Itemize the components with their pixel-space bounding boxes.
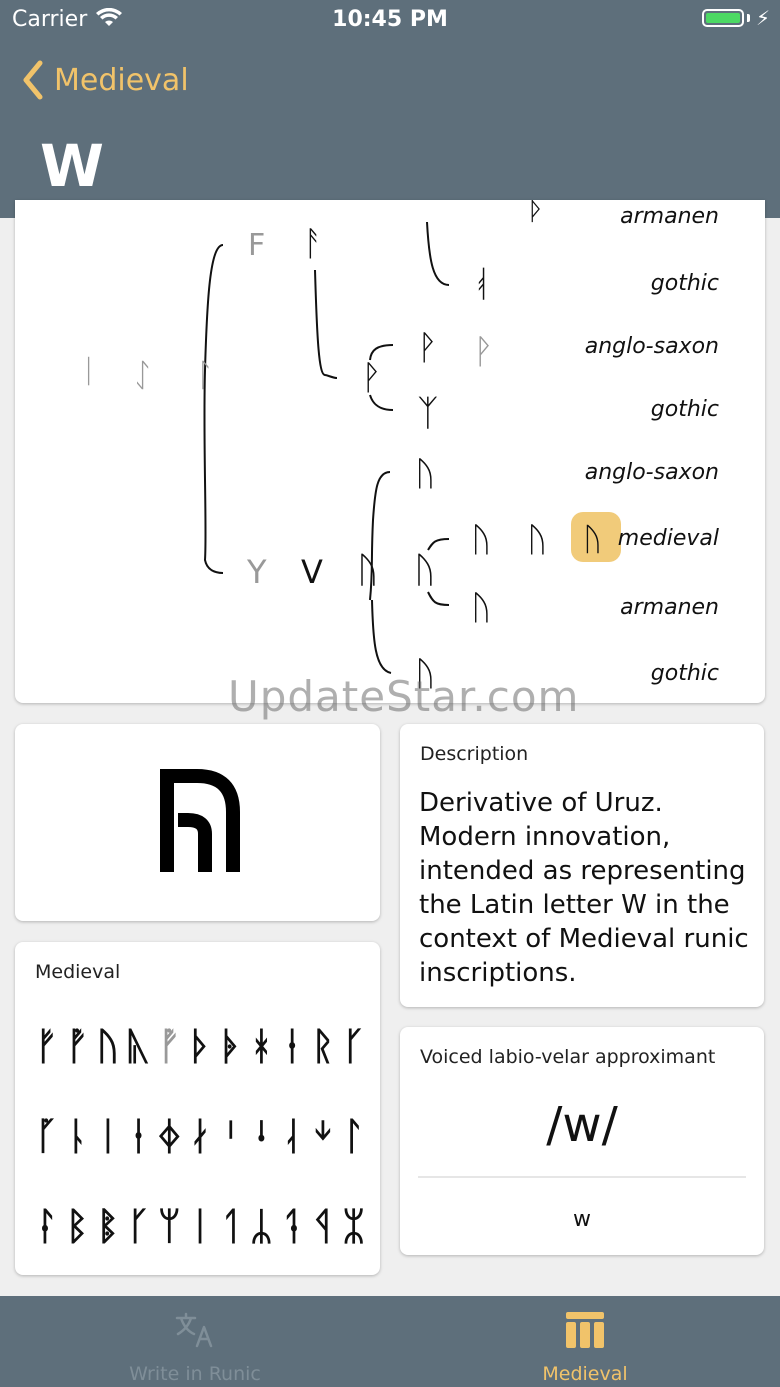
battery-icon: [702, 9, 744, 27]
tab-medieval[interactable]: Medieval: [390, 1296, 780, 1387]
back-label: Medieval: [54, 62, 189, 98]
alphabet-rune[interactable]: ᛅ: [189, 1114, 212, 1158]
tree-label: armanen: [620, 595, 719, 620]
alphabet-rune[interactable]: ᚦ: [189, 1024, 212, 1068]
ipa-value: /w/: [546, 1097, 618, 1153]
navigation-bar: Carrier 10:45 PM ⚡ Medieval W: [0, 0, 780, 218]
alphabet-rune[interactable]: ᚿ: [66, 1114, 89, 1158]
phonetics-card: Voiced labio-velar approximant /w/ w: [400, 1027, 764, 1255]
description-card: Description Derivative of Uruz. Modern i…: [400, 724, 764, 1007]
alphabet-rune[interactable]: ᚵ: [35, 1114, 58, 1158]
tree-label: anglo-saxon: [584, 334, 719, 359]
tree-node-letter: Y: [247, 553, 267, 591]
tree-node-rune: ᚦ: [527, 200, 545, 227]
alphabet-label: Medieval: [35, 961, 121, 983]
alphabet-rune[interactable]: ᚡ: [66, 1024, 89, 1068]
alphabet-rune[interactable]: ᛆ: [281, 1114, 304, 1158]
tree-node-rune: ᚢ: [415, 454, 436, 494]
tree-node-rune: ᚢ: [357, 550, 379, 591]
alphabet-rune[interactable]: ᚣ: [127, 1024, 150, 1068]
alphabet-rune[interactable]: ᛎ: [311, 1114, 334, 1158]
alphabet-rune[interactable]: ᛔ: [96, 1204, 119, 1248]
tree-node-rune: ᚢ: [414, 550, 436, 591]
tab-write-in-runic[interactable]: Write in Runic: [0, 1296, 390, 1387]
alphabet-rune[interactable]: ᚽ: [281, 1024, 304, 1068]
alphabet-rune[interactable]: ᚼ: [250, 1024, 273, 1068]
alphabet-rune[interactable]: ᚱ: [311, 1024, 334, 1068]
alphabet-rune[interactable]: ᛌ: [219, 1114, 242, 1158]
latin-value: w: [573, 1207, 591, 1232]
tab-label: Write in Runic: [129, 1363, 261, 1385]
alphabet-rune[interactable]: ᛐ: [219, 1204, 242, 1248]
table-columns-icon: [566, 1312, 604, 1348]
alphabet-grid: ᚠᚡᚢᚣᚡᚦᚧᚼᚽᚱᚴ ᚵᚿᛁᛂᛄᛅᛌᛍᛆᛎᛚ ᛛᛒᛔᚴᛘᛁᛐᛦᛑᛩᛯ: [35, 1024, 365, 1294]
tree-node-letter: F: [248, 228, 266, 263]
rune-glyph-card: [15, 724, 380, 921]
alphabet-row: ᚠᚡᚢᚣᚡᚦᚧᚼᚽᚱᚴ: [35, 1024, 365, 1114]
status-bar: Carrier 10:45 PM ⚡: [0, 0, 780, 40]
tree-label: gothic: [650, 271, 719, 296]
alphabet-rune[interactable]: ᛍ: [250, 1114, 273, 1158]
tree-label: gothic: [650, 397, 719, 422]
alphabet-rune[interactable]: ᛘ: [158, 1204, 181, 1248]
alphabet-rune[interactable]: ᛛ: [35, 1204, 58, 1248]
alphabet-rune[interactable]: ᚠ: [35, 1024, 58, 1068]
alphabet-rune[interactable]: ᚡ: [158, 1024, 181, 1068]
tab-bar: Write in Runic Medieval: [0, 1296, 780, 1387]
alphabet-rune[interactable]: ᛚ: [342, 1114, 365, 1158]
rune-genealogy-tree: ᛁ ᛇ ᛚ F ᚨ Y V ᚢ ᚢ ᚦ armanen ᚮ gothic ᚹ ᚹ…: [15, 200, 765, 703]
tree-label: anglo-saxon: [584, 460, 719, 485]
alphabet-rune[interactable]: ᛩ: [311, 1204, 334, 1248]
back-button[interactable]: Medieval: [22, 58, 189, 102]
tree-node-rune: ᚹ: [417, 328, 438, 368]
tree-label: medieval: [617, 526, 719, 551]
tree-node-rune: ᛉ: [417, 393, 439, 434]
divider: [418, 1176, 746, 1178]
alphabet-rune[interactable]: ᛦ: [250, 1204, 273, 1248]
tree-node-rune: ᚮ: [471, 264, 493, 305]
tree-node-rune: ᛇ: [133, 356, 153, 394]
phonetics-label: Voiced labio-velar approximant: [420, 1046, 716, 1068]
alphabet-rune[interactable]: ᚧ: [219, 1024, 242, 1068]
tree-label: gothic: [650, 661, 719, 686]
alphabet-card[interactable]: Medieval ᚠᚡᚢᚣᚡᚦᚧᚼᚽᚱᚴ ᚵᚿᛁᛂᛄᛅᛌᛍᛆᛎᛚ ᛛᛒᛔᚴᛘᛁᛐ…: [15, 942, 380, 1275]
description-label: Description: [420, 743, 529, 765]
alphabet-rune[interactable]: ᚴ: [127, 1204, 150, 1248]
alphabet-rune[interactable]: ᚢ: [96, 1024, 119, 1068]
tree-node-rune: ᚢ: [471, 520, 492, 560]
rune-glyph-large: [160, 769, 240, 872]
tab-label: Medieval: [542, 1363, 628, 1385]
tree-node-rune: ᛁ: [79, 352, 99, 390]
alphabet-rune[interactable]: ᛁ: [189, 1204, 212, 1248]
alphabet-rune[interactable]: ᛄ: [158, 1114, 181, 1158]
tree-label: armanen: [620, 204, 719, 229]
alphabet-rune[interactable]: ᚴ: [342, 1024, 365, 1068]
alphabet-rune[interactable]: ᛂ: [127, 1114, 150, 1158]
tree-node-rune: ᚢ: [527, 520, 548, 560]
charging-bolt-icon: ⚡: [755, 6, 770, 30]
alphabet-rune[interactable]: ᛯ: [342, 1204, 365, 1248]
tree-node-rune-faded: ᚹ: [473, 332, 494, 372]
translate-icon: [175, 1312, 213, 1348]
tree-node-rune: ᚨ: [303, 224, 324, 264]
clock: 10:45 PM: [332, 7, 448, 32]
watermark: UpdateStar.com: [228, 672, 580, 721]
alphabet-row: ᚵᚿᛁᛂᛄᛅᛌᛍᛆᛎᛚ: [35, 1114, 365, 1204]
tree-node-rune: ᛚ: [195, 356, 215, 394]
tree-node-letter: V: [301, 553, 323, 591]
alphabet-rune[interactable]: ᛑ: [281, 1204, 304, 1248]
page-title: W: [40, 132, 104, 200]
alphabet-rune[interactable]: ᛁ: [96, 1114, 119, 1158]
battery-nub: [747, 14, 750, 22]
alphabet-row: ᛛᛒᛔᚴᛘᛁᛐᛦᛑᛩᛯ: [35, 1204, 365, 1294]
tree-node-rune-current: ᚢ: [583, 520, 603, 558]
tree-node-rune: ᚹ: [361, 358, 382, 398]
description-text: Derivative of Uruz. Modern innovation, i…: [419, 788, 749, 988]
tree-node-rune: ᚢ: [471, 588, 492, 628]
chevron-left-icon: [23, 60, 43, 100]
alphabet-rune[interactable]: ᛒ: [66, 1204, 89, 1248]
